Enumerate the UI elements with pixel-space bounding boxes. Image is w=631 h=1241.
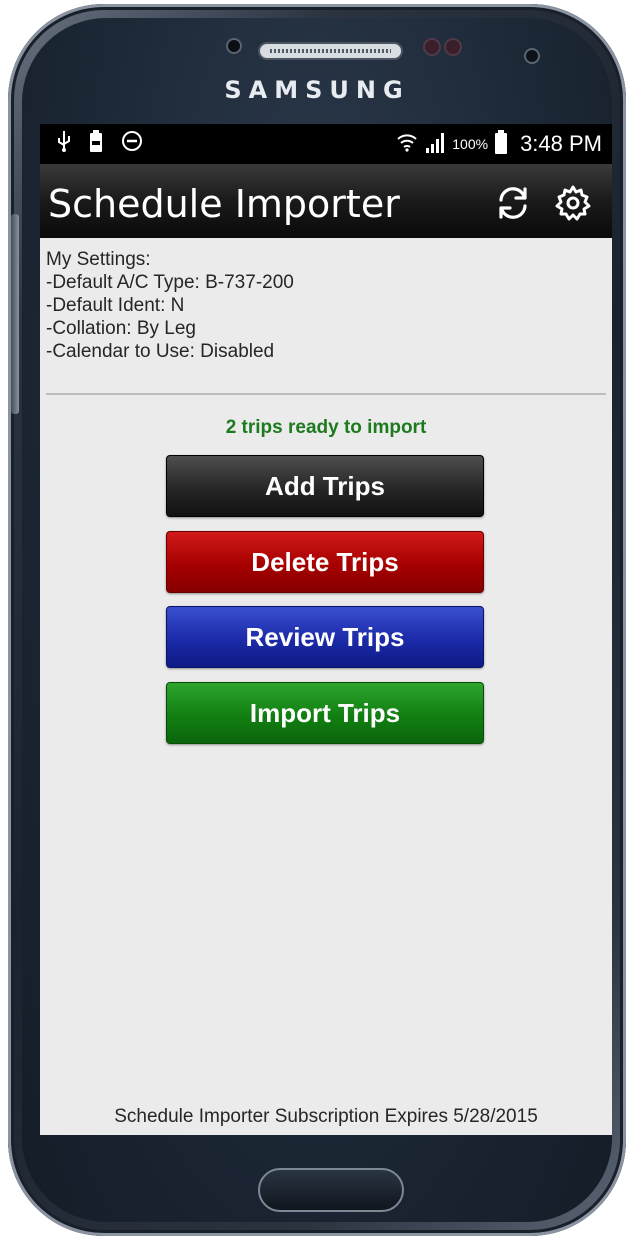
- subscription-footer: Schedule Importer Subscription Expires 5…: [114, 1106, 538, 1127]
- import-trips-button[interactable]: Import Trips: [166, 682, 484, 744]
- status-right-icons: 100% 3:48 PM: [396, 129, 602, 159]
- trips-ready-message: 2 trips ready to import: [225, 417, 427, 438]
- signal-icon: [424, 130, 446, 159]
- light-sensor-icon: [444, 38, 462, 56]
- settings-summary: My Settings: -Default A/C Type: B-737-20…: [46, 248, 294, 363]
- setting-calendar: -Calendar to Use: Disabled: [46, 341, 275, 362]
- settings-heading: My Settings:: [46, 249, 151, 270]
- volume-button[interactable]: [11, 214, 19, 414]
- app-title: Schedule Importer: [48, 182, 400, 226]
- status-left-icons: [56, 130, 144, 158]
- home-button[interactable]: [258, 1168, 404, 1212]
- setting-ident: -Default Ident: N: [46, 295, 185, 316]
- add-trips-button[interactable]: Add Trips: [166, 455, 484, 517]
- wifi-icon: [396, 130, 418, 159]
- status-bar: 100% 3:48 PM: [40, 124, 612, 164]
- speaker-grill: [270, 49, 391, 53]
- setting-ac-type: -Default A/C Type: B-737-200: [46, 272, 294, 293]
- app-bar: Schedule Importer: [40, 164, 612, 238]
- divider: [46, 393, 606, 395]
- setting-collation: -Collation: By Leg: [46, 318, 196, 339]
- proximity-sensor-icon: [423, 38, 441, 56]
- earpiece-speaker: [258, 42, 403, 60]
- refresh-icon[interactable]: [494, 184, 532, 222]
- delete-trips-button[interactable]: Delete Trips: [166, 531, 484, 593]
- front-camera-icon: [524, 48, 540, 64]
- battery-percent: 100%: [452, 136, 489, 152]
- status-clock: 3:48 PM: [520, 131, 602, 156]
- usb-icon: [56, 129, 72, 159]
- settings-icon[interactable]: [554, 184, 592, 222]
- do-not-disturb-icon: [120, 129, 144, 159]
- brand-logo: SAMSUNG: [224, 76, 410, 104]
- battery-saver-icon: [88, 129, 104, 159]
- screen: 100% 3:48 PM Schedule Importer My Settin…: [40, 124, 612, 1135]
- review-trips-button[interactable]: Review Trips: [166, 606, 484, 668]
- front-sensor-icon: [226, 38, 242, 54]
- battery-icon: [494, 129, 508, 160]
